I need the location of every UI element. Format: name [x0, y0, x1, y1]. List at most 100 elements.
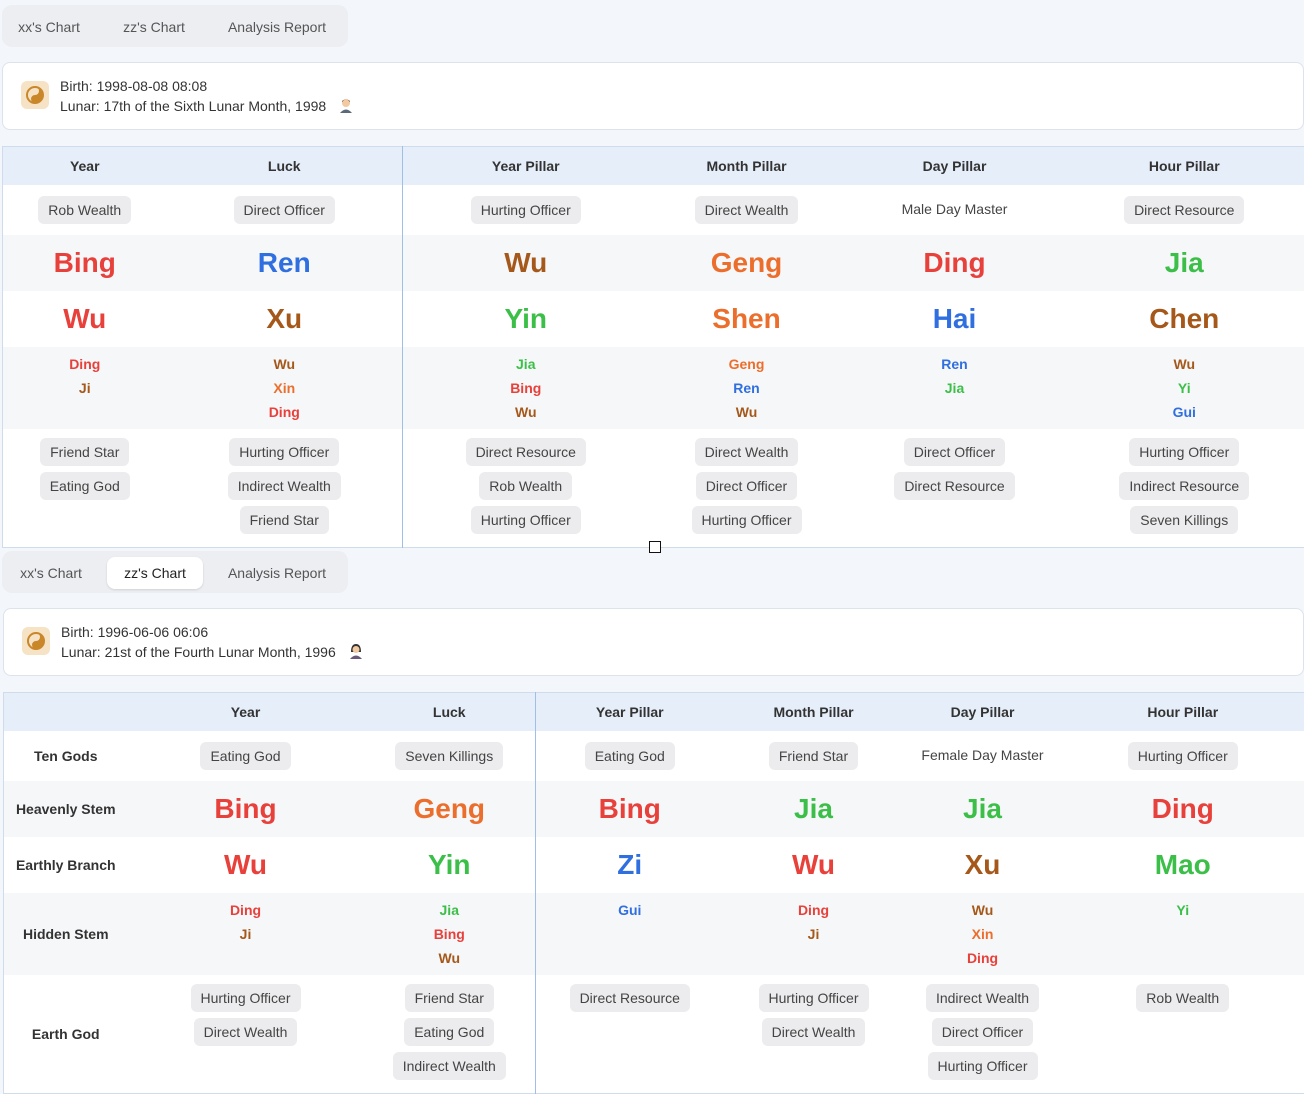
heavenly-stem: Geng — [413, 793, 486, 824]
hidden-stem: Jia — [516, 356, 536, 372]
column-header: Year Pillar — [402, 146, 649, 185]
earth-god-cell: Rob Wealth — [1061, 975, 1304, 1093]
birth-date: Birth: 1996-06-06 06:06 — [61, 624, 209, 640]
hidden-stem: Yi — [1177, 380, 1191, 396]
ten-god-cell: Eating God — [535, 731, 724, 781]
row-label — [3, 692, 128, 731]
hidden-stem: Bing — [510, 380, 542, 396]
hidden-stem: Wu — [438, 950, 460, 966]
earth-god-list: Direct Resource Rob Wealth Hurting Officer — [403, 435, 649, 537]
hidden-stem: Wu — [514, 404, 537, 420]
heavenly-stem: Wu — [504, 247, 548, 278]
hidden-stem: Ding — [797, 902, 830, 918]
hidden-stem: Wu — [735, 404, 758, 420]
hidden-stem-cell: Ding Ji — [127, 893, 364, 975]
earth-god-list: Rob Wealth — [1062, 981, 1304, 1015]
earth-god-list: Indirect Wealth Direct Officer Hurting Off… — [904, 981, 1062, 1083]
column-header: Year — [127, 692, 364, 731]
ten-god-cell: Hurting Officer — [402, 185, 649, 235]
row-label: Hidden Stem — [3, 893, 128, 975]
hidden-stem-row: Hidden Stem Ding Ji Jia Bing Wu Gui Ding Ji Wu Xin… — [3, 893, 1304, 975]
earthly-branch-cell: Shen — [648, 291, 845, 347]
heavenly-stem-cell: Wu — [402, 235, 649, 291]
hidden-stem: Xin — [273, 380, 296, 396]
heavenly-stem: Jia — [794, 793, 833, 824]
heavenly-stem-cell: Geng — [648, 235, 845, 291]
earthly-branch-row: Wu Xu Yin Shen Hai Chen — [2, 291, 1304, 347]
earthly-branch-cell: Yin — [363, 837, 536, 893]
ten-god-cell: Direct Officer — [166, 185, 403, 235]
ten-god-badge: Direct Wealth — [694, 196, 799, 224]
hidden-stem-cell: Ren Jia — [844, 347, 1065, 429]
male-avatar-icon — [338, 97, 354, 116]
earth-god-badge: Direct Wealth — [761, 1018, 866, 1046]
birth-info-bar: Birth: 1996-06-06 06:06 Lunar: 21st of t… — [3, 608, 1304, 676]
column-header: Hour Pillar — [1061, 692, 1304, 731]
earth-god-badge: Eating God — [404, 1018, 495, 1046]
birth-info-bar: Birth: 1998-08-08 08:08 Lunar: 17th of t… — [2, 62, 1304, 130]
earth-god-badge: Hurting Officer — [190, 984, 301, 1012]
ten-god-cell: Direct Resource — [1064, 185, 1304, 235]
ten-god-cell: Hurting Officer — [1061, 731, 1304, 781]
day-master-label: Male Day Master — [901, 201, 1008, 217]
hidden-stem: Wu — [971, 902, 994, 918]
row-label: Earth God — [3, 975, 128, 1093]
lunar-date: Lunar: 21st of the Fourth Lunar Month, 1… — [61, 643, 364, 662]
earth-god-list: Hurting Officer Indirect Wealth Friend Sta… — [167, 435, 403, 537]
heavenly-stem: Geng — [710, 247, 783, 278]
heavenly-stem: Ding — [923, 247, 986, 278]
chart-tabs: xx's Chart zz's Chart Analysis Report — [2, 5, 348, 47]
earthly-branch-cell: Zi — [535, 837, 724, 893]
earth-god-badge: Hurting Officer — [691, 506, 802, 534]
earth-god-badge: Direct Wealth — [694, 438, 799, 466]
ten-god-cell: Male Day Master — [844, 185, 1065, 235]
tab-xx-chart[interactable]: xx's Chart — [2, 11, 96, 43]
earthly-branch: Yin — [504, 303, 548, 334]
tab-xx-chart[interactable]: xx's Chart — [4, 557, 98, 589]
column-header: Luck — [166, 146, 403, 185]
chart-tabs: xx's Chart zz's Chart Analysis Report — [2, 551, 348, 593]
ten-god-badge: Hurting Officer — [470, 196, 581, 224]
heavenly-stem-row: Bing Ren Wu Geng Ding Jia — [2, 235, 1304, 291]
earth-god-cell: Hurting Officer Indirect Resource Seven Ki… — [1064, 429, 1304, 547]
earth-god-badge: Rob Wealth — [479, 472, 573, 500]
earth-god-list: Hurting Officer Direct Wealth — [128, 981, 364, 1049]
heavenly-stem: Ren — [257, 247, 311, 278]
ten-god-badge: Eating God — [584, 742, 675, 770]
heavenly-stem-cell: Jia — [903, 781, 1062, 837]
tab-zz-chart[interactable]: zz's Chart — [106, 11, 202, 43]
earthly-branch-cell: Chen — [1064, 291, 1304, 347]
tab-zz-chart[interactable]: zz's Chart — [107, 557, 203, 589]
earthly-branch: Wu — [63, 303, 107, 334]
earth-god-badge: Friend Star — [40, 438, 130, 466]
earth-god-badge: Direct Officer — [903, 438, 1006, 466]
column-header: Year — [2, 146, 167, 185]
earthly-branch: Chen — [1149, 303, 1220, 334]
earth-god-badge: Direct Wealth — [193, 1018, 298, 1046]
earth-god-badge: Direct Officer — [695, 472, 798, 500]
earth-god-badge: Rob Wealth — [1136, 984, 1230, 1012]
hidden-stem: Gui — [1172, 404, 1196, 420]
bazi-chart-table: Year Luck Year Pillar Month Pillar Day Pilla… — [2, 146, 1304, 548]
earth-god-badge: Direct Resource — [465, 438, 586, 466]
heavenly-stem: Ding — [1151, 793, 1214, 824]
earth-god-badge: Direct Resource — [569, 984, 690, 1012]
earthly-branch: Xu — [964, 849, 1001, 880]
column-header: Year Pillar — [535, 692, 724, 731]
hidden-stem: Ren — [733, 380, 760, 396]
earthly-branch-cell: Xu — [166, 291, 403, 347]
heavenly-stem-cell: Jia — [1064, 235, 1304, 291]
ten-god-cell: Friend Star — [723, 731, 904, 781]
tab-analysis-report[interactable]: Analysis Report — [212, 557, 342, 589]
earth-god-badge: Hurting Officer — [758, 984, 869, 1012]
earth-god-badge: Friend Star — [239, 506, 329, 534]
tab-analysis-report[interactable]: Analysis Report — [212, 11, 342, 43]
lunar-date-text: Lunar: 17th of the Sixth Lunar Month, 19… — [60, 98, 327, 114]
heavenly-stem-cell: Ding — [844, 235, 1065, 291]
earth-god-list: Hurting Officer Indirect Resource Seven Ki… — [1065, 435, 1304, 537]
cursor-marker — [649, 541, 661, 553]
hidden-stem-cell: Gui — [535, 893, 724, 975]
heavenly-stem-cell: Ren — [166, 235, 403, 291]
heavenly-stem: Bing — [214, 793, 277, 824]
hidden-stem: Jia — [944, 380, 965, 396]
